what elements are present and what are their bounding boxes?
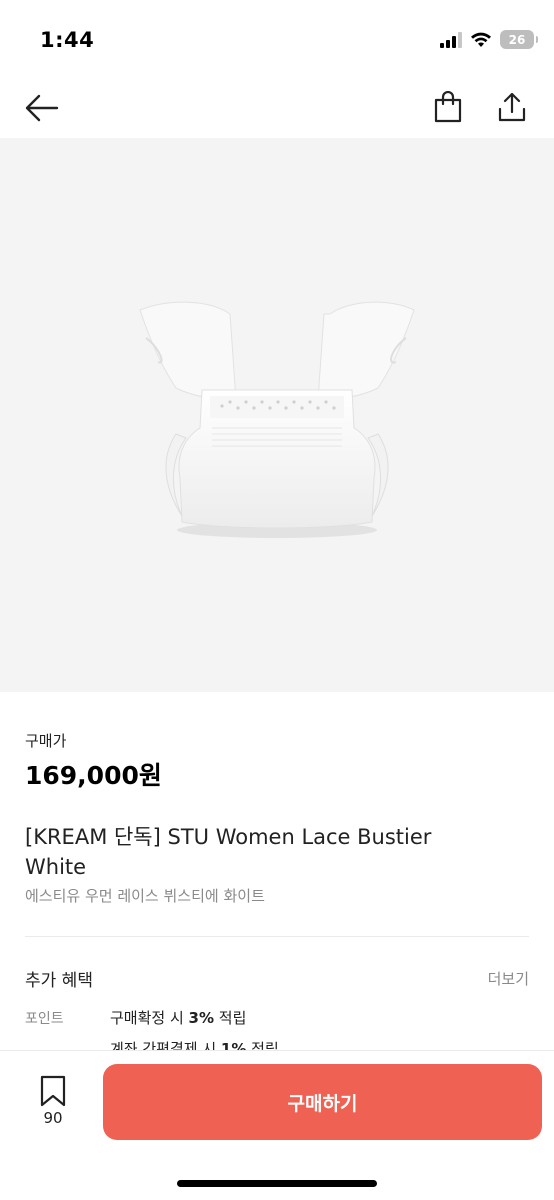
- status-icons: 26: [440, 30, 538, 49]
- benefit-line-value: 3%: [188, 1009, 215, 1027]
- benefit-line: 구매확정 시 3% 적립: [110, 1007, 246, 1028]
- share-button[interactable]: [492, 86, 532, 128]
- shopping-bag-icon: [434, 91, 462, 123]
- back-button[interactable]: [22, 88, 62, 128]
- product-subname: 에스티유 우먼 레이스 뷔스티에 화이트: [25, 887, 265, 905]
- battery-icon: 26: [500, 30, 538, 49]
- cellular-signal-icon: [440, 31, 462, 48]
- wishlist-button[interactable]: 90: [30, 1075, 76, 1127]
- buy-button[interactable]: 구매하기: [103, 1064, 542, 1140]
- product-name: [KREAM 단독] STU Women Lace Bustier White: [25, 825, 432, 879]
- status-time: 1:44: [40, 28, 95, 52]
- price-label: 구매가: [25, 732, 67, 750]
- benefit-line-suffix: 적립: [214, 1009, 247, 1027]
- benefit-line-prefix: 구매확정 시: [110, 1009, 189, 1027]
- benefits-title: 추가 혜택: [25, 971, 93, 991]
- bookmark-icon: [40, 1075, 66, 1107]
- product-image[interactable]: [0, 138, 554, 692]
- lace-bustier-image: [139, 301, 415, 538]
- wishlist-count: 90: [43, 1109, 63, 1127]
- bottom-action-bar: 90 구매하기: [0, 1050, 554, 1200]
- wifi-icon: [471, 32, 491, 47]
- status-bar: 1:44 26: [0, 0, 554, 80]
- home-indicator: [177, 1180, 377, 1187]
- price-value: 169,000원: [25, 761, 162, 790]
- top-nav-bar: [0, 80, 554, 138]
- back-arrow-icon: [25, 94, 59, 122]
- divider: [25, 936, 529, 937]
- battery-level: 26: [508, 32, 526, 47]
- benefit-point-label: 포인트: [25, 1011, 64, 1027]
- shopping-bag-button[interactable]: [428, 86, 468, 128]
- benefits-more-link[interactable]: 더보기: [488, 968, 529, 989]
- share-icon: [498, 92, 526, 122]
